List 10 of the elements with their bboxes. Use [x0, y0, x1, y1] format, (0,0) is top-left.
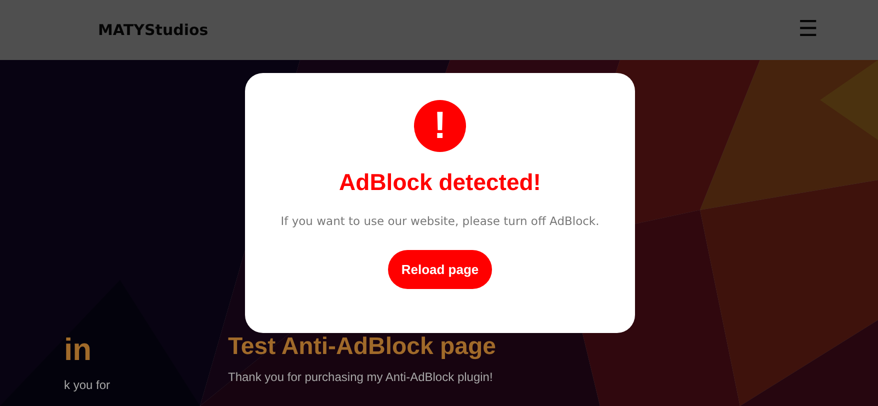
menu-button[interactable]: ☰ — [798, 19, 818, 41]
section-heading: in — [64, 331, 93, 369]
modal-title: AdBlock detected! — [339, 168, 541, 196]
alert-icon: ! — [414, 100, 466, 152]
section-heading: Test Anti-AdBlock page — [228, 332, 496, 362]
modal-message: If you want to use our website, please turn off AdBlock. — [280, 214, 600, 228]
section-text: Thank you for purchasing my Anti-AdBlock plugin! — [228, 370, 494, 384]
reload-button[interactable]: Reload page — [388, 250, 492, 289]
site-logo[interactable]: MATYStudios — [98, 21, 208, 39]
section-text: k you for — [64, 378, 112, 392]
